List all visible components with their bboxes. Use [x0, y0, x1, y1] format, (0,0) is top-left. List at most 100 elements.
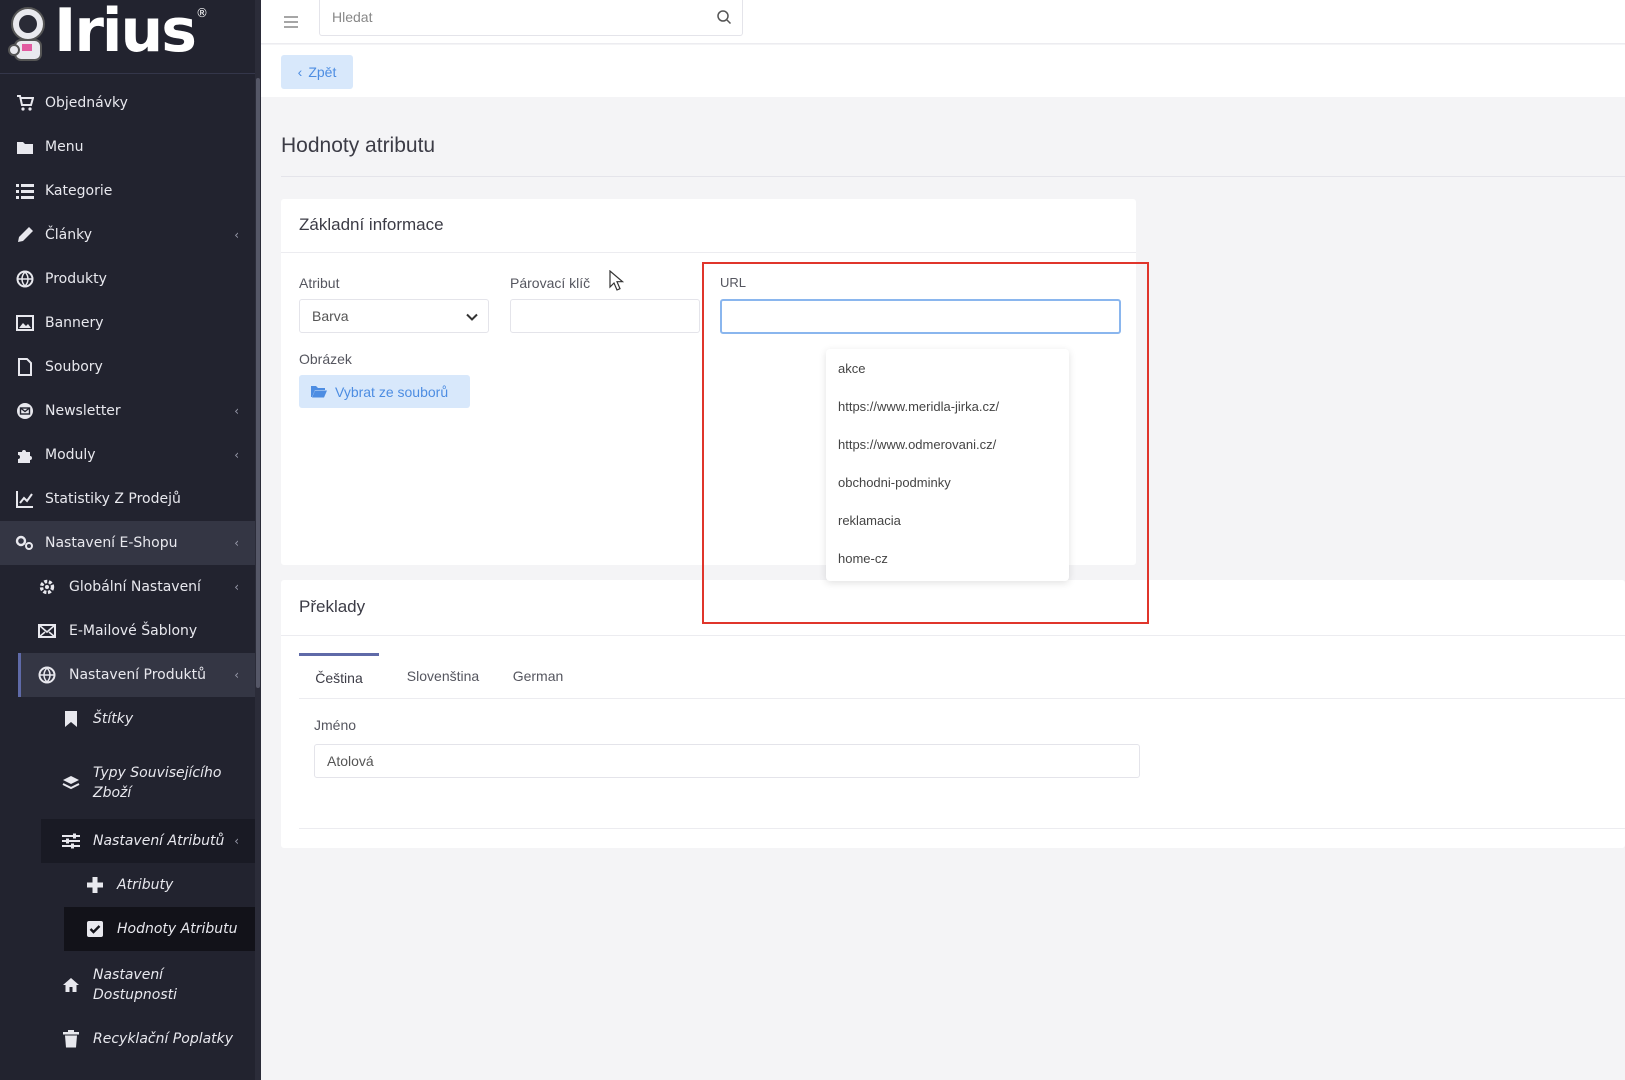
name-input-value: Atolová	[327, 753, 374, 769]
back-button[interactable]: ‹ Zpět	[281, 55, 353, 89]
divider	[299, 828, 1625, 829]
card-title: Základní informace	[299, 215, 444, 234]
sidebar-item-objednavky[interactable]: Objednávky	[0, 81, 255, 125]
ball-icon	[15, 269, 35, 289]
page-title: Hodnoty atributu	[281, 134, 436, 157]
sidebar-item-menu[interactable]: Menu	[0, 125, 255, 169]
chevron-left-icon: ‹	[234, 536, 239, 550]
chevron-left-icon: ‹	[234, 228, 239, 242]
sidebar-item-nastaveni-eshopu[interactable]: Nastavení E-Shopu ‹	[0, 521, 255, 565]
mouse-cursor-icon	[609, 270, 625, 291]
sidebar-item-label: Nastavení Dostupnosti	[93, 967, 177, 1003]
sidebar-item-produkty[interactable]: Produkty	[0, 257, 255, 301]
sidebar-item-label: Statistiky Z Prodejů	[45, 491, 181, 507]
gear-icon	[37, 577, 57, 597]
sidebar-item-label: Objednávky	[45, 95, 128, 111]
name-input[interactable]: Atolová	[314, 744, 1140, 778]
chevron-left-icon: ‹	[234, 668, 239, 682]
cart-icon	[15, 93, 35, 113]
attribute-select-value: Barva	[312, 308, 349, 324]
language-tabs: Čeština Slovenština German	[299, 653, 1625, 699]
sidebar-item-label: Články	[45, 227, 93, 243]
sidebar-item-label: Soubory	[45, 359, 103, 375]
sidebar-item-kategorie[interactable]: Kategorie	[0, 169, 255, 213]
astronaut-icon	[8, 7, 45, 61]
sidebar-item-label: Globální Nastavení	[69, 579, 201, 595]
folder-icon	[15, 137, 35, 157]
sidebar-item-label: Recyklační Poplatky	[93, 1031, 234, 1047]
pairing-key-input[interactable]	[510, 299, 700, 333]
sidebar-item-label: E-Mailové Šablony	[69, 623, 198, 639]
chart-line-icon	[15, 489, 35, 509]
attribute-label: Atribut	[299, 275, 340, 291]
chevron-left-icon: ‹	[297, 64, 303, 80]
sidebar-item-moduly[interactable]: Moduly ‹	[0, 433, 255, 477]
sidebar-item-label: Nastavení Atributů	[93, 833, 225, 849]
sidebar-item-nastaveni-dostupnosti[interactable]: Nastavení Dostupnosti	[0, 957, 255, 1013]
hamburger-icon[interactable]	[281, 12, 301, 32]
sidebar-item-emailove-sablony[interactable]: E-Mailové Šablony	[0, 609, 255, 653]
sidebar-item-label: Kategorie	[45, 183, 113, 199]
sidebar-item-label: Nastavení Produktů	[69, 667, 206, 683]
sidebar-item-stitky[interactable]: Štítky	[0, 697, 255, 741]
choose-file-button[interactable]: Vybrat ze souborů	[299, 375, 470, 408]
envelope-icon	[37, 621, 57, 641]
sidebar-item-label: Typy Souvisejícího Zboží	[93, 765, 222, 801]
search-box	[319, 0, 743, 36]
checkbox-icon	[85, 919, 105, 939]
tab-cestina[interactable]: Čeština	[299, 653, 379, 699]
back-button-label: Zpět	[308, 64, 337, 80]
pairing-key-label: Párovací klíč	[510, 275, 591, 291]
sidebar-item-soubory[interactable]: Soubory	[0, 345, 255, 389]
puzzle-icon	[15, 445, 35, 465]
card-header: Základní informace	[281, 199, 1136, 253]
sidebar-item-clanky[interactable]: Články ‹	[0, 213, 255, 257]
chevron-left-icon: ‹	[234, 448, 239, 462]
file-icon	[15, 357, 35, 377]
sidebar-scrollbar[interactable]	[255, 0, 261, 1080]
sidebar-scrollbar-thumb[interactable]	[256, 78, 260, 688]
image-label: Obrázek	[299, 351, 352, 367]
sidebar-item-label: Bannery	[45, 315, 104, 331]
sidebar-item-label: Menu	[45, 139, 84, 155]
sidebar-item-label: Newsletter	[45, 403, 121, 419]
chevron-down-icon	[466, 313, 478, 321]
sidebar-item-recyklacni-poplatky[interactable]: Recyklační Poplatky	[0, 1017, 255, 1061]
registered-mark: ®	[196, 6, 208, 20]
pencil-icon	[15, 225, 35, 245]
card-title: Překlady	[299, 597, 366, 616]
sidebar-item-label: Štítky	[93, 711, 134, 727]
folder-open-icon	[311, 386, 327, 398]
highlight-box	[702, 262, 1149, 624]
sidebar-item-atributy[interactable]: Atributy	[0, 863, 255, 907]
sidebar-item-label: Produkty	[45, 271, 107, 287]
choose-file-label: Vybrat ze souborů	[335, 383, 449, 400]
sliders-icon	[61, 831, 81, 851]
sidebar-item-hodnoty-atributu[interactable]: Hodnoty Atributu	[64, 907, 255, 951]
sidebar-item-nastaveni-atributu[interactable]: Nastavení Atributů ‹	[41, 819, 255, 863]
sidebar-item-globalni-nastaveni[interactable]: Globální Nastavení ‹	[0, 565, 255, 609]
cogs-icon	[15, 533, 35, 553]
top-bar	[261, 0, 1625, 44]
brand-logo[interactable]: Irius ®	[0, 0, 255, 74]
sidebar-item-newsletter[interactable]: Newsletter ‹	[0, 389, 255, 433]
image-icon	[15, 313, 35, 333]
sidebar-item-nastaveni-produktu[interactable]: Nastavení Produktů ‹	[18, 653, 255, 697]
tab-german[interactable]: German	[505, 653, 571, 699]
name-label: Jméno	[314, 717, 357, 733]
sidebar-item-bannery[interactable]: Bannery	[0, 301, 255, 345]
sidebar-item-typy-souvisejiciho-zbozi[interactable]: Typy Souvisejícího Zboží	[0, 755, 255, 811]
list-icon	[15, 181, 35, 201]
trash-icon	[61, 1029, 81, 1049]
layers-icon	[61, 773, 81, 793]
search-icon[interactable]	[716, 9, 732, 25]
sidebar-item-label: Hodnoty Atributu	[117, 921, 238, 937]
chevron-left-icon: ‹	[234, 834, 239, 848]
tab-slovenstina[interactable]: Slovenština	[395, 653, 491, 699]
attribute-select[interactable]: Barva	[299, 299, 489, 333]
search-input[interactable]	[320, 0, 705, 34]
sidebar-item-label: Atributy	[117, 877, 174, 893]
home-icon	[61, 975, 81, 995]
sidebar-item-statistiky[interactable]: Statistiky Z Prodejů	[0, 477, 255, 521]
sidebar-item-label: Nastavení E-Shopu	[45, 535, 178, 551]
